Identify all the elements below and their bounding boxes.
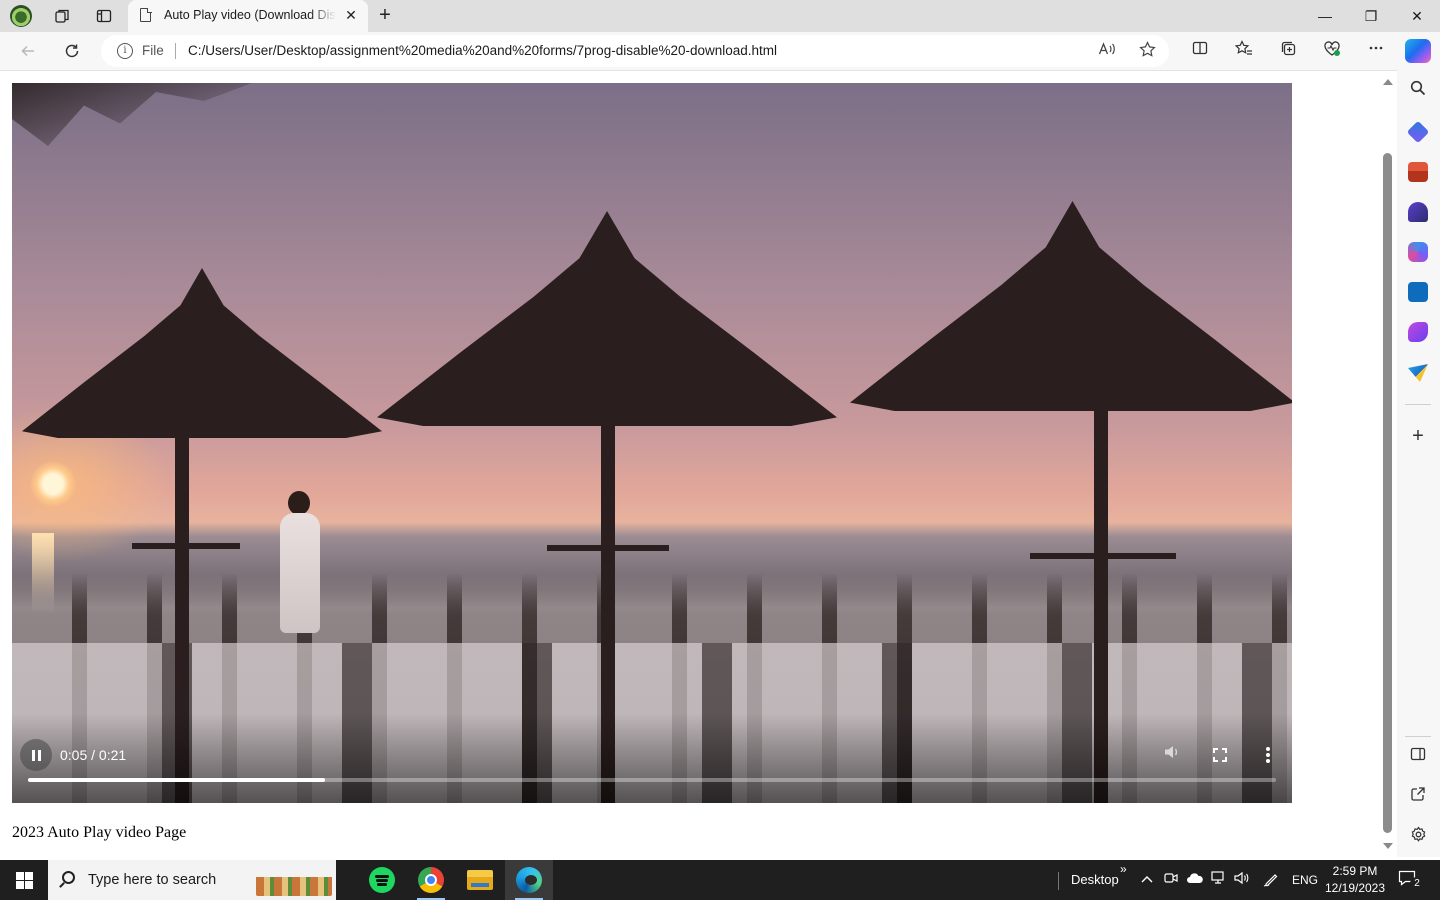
- chrome-icon: [418, 867, 444, 893]
- edge-sidebar: +: [1397, 70, 1440, 857]
- desktop-toolbar[interactable]: Desktop: [1071, 872, 1119, 887]
- refresh-button[interactable]: [58, 38, 86, 64]
- scroll-up-arrow[interactable]: [1383, 79, 1393, 85]
- more-menu-icon[interactable]: [1364, 40, 1388, 62]
- onedrive-icon[interactable]: [1185, 871, 1205, 889]
- spotify-icon: [369, 867, 395, 893]
- video-time: 0:05 / 0:21: [60, 747, 127, 763]
- input-language[interactable]: ENG: [1290, 871, 1320, 889]
- outlook-icon[interactable]: [1408, 282, 1428, 302]
- toolbar-divider: [1058, 872, 1059, 890]
- close-window-button[interactable]: ✕: [1394, 0, 1440, 32]
- pause-button[interactable]: [20, 739, 52, 771]
- shopping-icon[interactable]: [1406, 120, 1430, 144]
- walking-person: [274, 491, 324, 641]
- spotify-app[interactable]: [358, 860, 406, 900]
- notifications-icon[interactable]: 2: [1398, 870, 1424, 891]
- tab-title: Auto Play video (Download Disable): [164, 8, 336, 22]
- new-tab-button[interactable]: +: [374, 4, 396, 26]
- umbrella-shelf-right: [1030, 553, 1176, 559]
- page-file-icon: [140, 7, 152, 22]
- fullscreen-icon[interactable]: [1209, 744, 1231, 766]
- browser-essentials-icon[interactable]: [1320, 40, 1344, 62]
- umbrella-shelf-center: [547, 545, 669, 551]
- notification-count: 2: [1410, 877, 1424, 891]
- tab-strip: Auto Play video (Download Disable) ✕ + —…: [0, 0, 1440, 32]
- clock-time: 2:59 PM: [1332, 864, 1378, 878]
- file-explorer-icon: [467, 870, 493, 890]
- umbrella-shelf-left: [132, 543, 240, 549]
- clock-date: 12/19/2023: [1324, 881, 1386, 895]
- site-info-icon[interactable]: i: [117, 43, 133, 59]
- browser-toolbar: i File C:/Users/User/Desktop/assignment%…: [0, 32, 1440, 70]
- windows-taskbar: Type here to search Desktop » ENG 2:59 P…: [0, 860, 1440, 900]
- tools-icon[interactable]: [1408, 162, 1428, 182]
- settings-icon[interactable]: [1407, 826, 1429, 848]
- desktop-more-icon[interactable]: »: [1120, 862, 1127, 876]
- search-highlight-image[interactable]: [256, 864, 332, 896]
- minimize-button[interactable]: —: [1302, 0, 1348, 32]
- split-screen-icon[interactable]: [1188, 40, 1212, 62]
- search-placeholder: Type here to search: [88, 872, 217, 888]
- favorites-icon[interactable]: [1232, 40, 1256, 62]
- thatched-umbrella-right: [850, 201, 1292, 411]
- sidebar-divider: [1405, 404, 1431, 405]
- add-icon[interactable]: +: [1407, 425, 1429, 447]
- page-viewport: 0:05 / 0:21 2023 Auto Play video Page: [0, 70, 1397, 857]
- seek-bar[interactable]: [28, 778, 1276, 782]
- copilot-icon[interactable]: [1405, 39, 1431, 63]
- collections-icon[interactable]: [1276, 40, 1300, 62]
- tab-actions-icon[interactable]: [92, 4, 116, 28]
- tab-close-icon[interactable]: ✕: [342, 6, 360, 24]
- profile-avatar[interactable]: [10, 5, 32, 27]
- page-caption: 2023 Auto Play video Page: [12, 824, 187, 841]
- active-tab[interactable]: Auto Play video (Download Disable) ✕: [128, 0, 368, 32]
- thatched-umbrella-left: [22, 268, 382, 438]
- address-divider: [175, 43, 176, 59]
- open-external-icon[interactable]: [1407, 786, 1429, 808]
- meet-now-icon[interactable]: [1162, 871, 1180, 889]
- volume-icon[interactable]: [1161, 744, 1183, 766]
- sidebar-divider-bottom: [1405, 736, 1431, 737]
- drop-icon[interactable]: [1408, 364, 1428, 382]
- palm-frond: [12, 83, 252, 146]
- video-player[interactable]: 0:05 / 0:21: [12, 83, 1292, 803]
- search-glass-icon: [62, 871, 75, 884]
- vertical-scrollbar[interactable]: [1380, 77, 1396, 853]
- games-icon[interactable]: [1408, 202, 1428, 222]
- restore-button[interactable]: ❐: [1348, 0, 1394, 32]
- video-frame: [12, 83, 1292, 803]
- seek-bar-played: [28, 778, 326, 782]
- scroll-down-arrow[interactable]: [1383, 843, 1393, 849]
- chrome-app[interactable]: [407, 860, 455, 900]
- scheme-label: File: [142, 43, 164, 58]
- scroll-thumb[interactable]: [1383, 153, 1392, 833]
- video-options-icon[interactable]: [1257, 744, 1279, 766]
- microsoft-365-icon[interactable]: [1408, 242, 1428, 262]
- back-button[interactable]: [14, 38, 42, 64]
- edge-app[interactable]: [505, 860, 553, 900]
- address-bar[interactable]: i File C:/Users/User/Desktop/assignment%…: [101, 35, 1169, 67]
- setting-sun: [30, 461, 76, 507]
- file-explorer-app[interactable]: [456, 860, 504, 900]
- read-aloud-icon[interactable]: [1096, 41, 1118, 63]
- volume-tray-icon[interactable]: [1233, 871, 1251, 889]
- network-icon[interactable]: [1210, 871, 1228, 889]
- workspaces-icon[interactable]: [50, 4, 74, 28]
- show-hidden-icons-icon[interactable]: [1138, 871, 1156, 889]
- controls-overlay: [12, 713, 1292, 803]
- designer-icon[interactable]: [1408, 322, 1428, 342]
- start-button[interactable]: [0, 860, 48, 900]
- taskbar-search[interactable]: Type here to search: [48, 860, 336, 900]
- system-clock[interactable]: 2:59 PM 12/19/2023: [1320, 863, 1390, 897]
- thatched-umbrella-center: [377, 211, 837, 426]
- pen-workspace-icon[interactable]: [1261, 871, 1281, 889]
- search-icon[interactable]: [1407, 80, 1429, 102]
- favorite-star-icon[interactable]: [1136, 41, 1158, 63]
- url-text[interactable]: C:/Users/User/Desktop/assignment%20media…: [188, 43, 777, 58]
- edge-icon: [516, 867, 542, 893]
- sidebar-toggle-icon[interactable]: [1407, 746, 1429, 768]
